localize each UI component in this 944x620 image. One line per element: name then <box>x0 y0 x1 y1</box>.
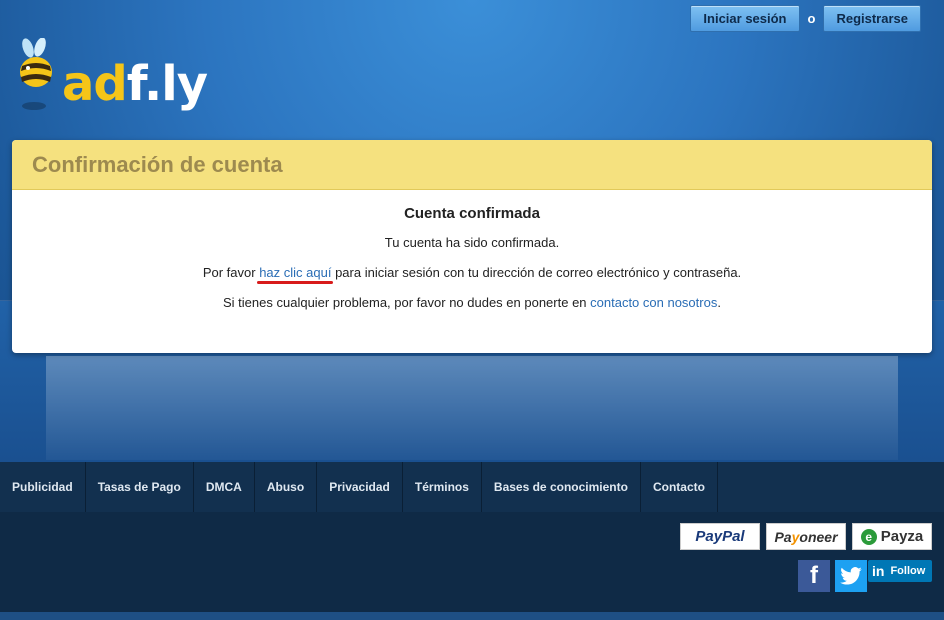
linkedin-follow-label: Follow <box>890 565 926 577</box>
confirmation-panel: Confirmación de cuenta Cuenta confirmada… <box>12 140 932 353</box>
confirmed-heading: Cuenta confirmada <box>404 205 540 222</box>
facebook-icon[interactable]: f <box>798 560 830 592</box>
footer-nav: Publicidad Tasas de Pago DMCA Abuso Priv… <box>0 462 944 512</box>
or-text: o <box>807 11 816 26</box>
footer-link-contacto[interactable]: Contacto <box>641 462 718 512</box>
footer-link-abuso[interactable]: Abuso <box>255 462 318 512</box>
bee-icon <box>20 38 52 110</box>
top-actions: Iniciar sesión o Registrarse <box>690 5 921 32</box>
logo-ad: ad <box>62 56 128 112</box>
payza-text: Payza <box>880 528 924 545</box>
footer-link-bases[interactable]: Bases de conocimiento <box>482 462 641 512</box>
login-button[interactable]: Iniciar sesión <box>690 5 800 32</box>
register-button[interactable]: Registrarse <box>823 5 921 32</box>
instructions-prefix: Por favor <box>202 265 260 280</box>
payoneer-part-b: oneer <box>799 528 838 545</box>
payza-icon: e <box>860 528 877 545</box>
linkedin-icon: in <box>872 563 885 579</box>
footer-link-publicidad[interactable]: Publicidad <box>0 462 86 512</box>
logo-text: adf.ly <box>62 60 208 108</box>
contact-suffix: . <box>717 295 721 310</box>
contact-link[interactable]: contacto con nosotros <box>590 295 717 310</box>
logo-fly: f.ly <box>126 56 208 112</box>
social-links: f in Follow <box>798 560 932 592</box>
payoneer-part-o: y <box>791 528 800 545</box>
bottom-strip <box>0 612 944 620</box>
contact-prefix: Si tienes cualquier problema, por favor … <box>223 295 591 310</box>
page-title: Confirmación de cuenta <box>32 151 283 177</box>
payza-logo: e Payza <box>852 523 932 550</box>
panel-header: Confirmación de cuenta <box>12 140 932 190</box>
click-here-link[interactable]: haz clic aquí <box>257 265 334 284</box>
footer-link-terminos[interactable]: Términos <box>403 462 482 512</box>
paypal-logo: PayPal <box>680 523 760 550</box>
payoneer-logo: Pa y oneer <box>766 523 846 550</box>
decorative-panel <box>46 356 898 460</box>
footer-link-privacidad[interactable]: Privacidad <box>317 462 403 512</box>
footer-link-dmca[interactable]: DMCA <box>194 462 255 512</box>
panel-body: Cuenta confirmada Tu cuenta ha sido conf… <box>12 190 932 310</box>
twitter-bird-icon <box>840 567 862 585</box>
twitter-icon[interactable] <box>835 560 867 592</box>
payoneer-part-a: Pa <box>774 528 792 545</box>
instructions-suffix: para iniciar sesión con tu dirección de … <box>331 265 742 280</box>
login-instructions: Por favor haz clic aquí para iniciar ses… <box>12 265 932 284</box>
confirmed-message: Tu cuenta ha sido confirmada. <box>384 235 560 250</box>
linkedin-follow-button[interactable]: in Follow <box>868 560 932 582</box>
payment-logos: PayPal Pa y oneer e Payza <box>680 523 932 550</box>
footer-link-tasas[interactable]: Tasas de Pago <box>86 462 194 512</box>
adfly-logo[interactable]: adf.ly <box>14 38 208 122</box>
contact-message: Si tienes cualquier problema, por favor … <box>12 295 932 310</box>
